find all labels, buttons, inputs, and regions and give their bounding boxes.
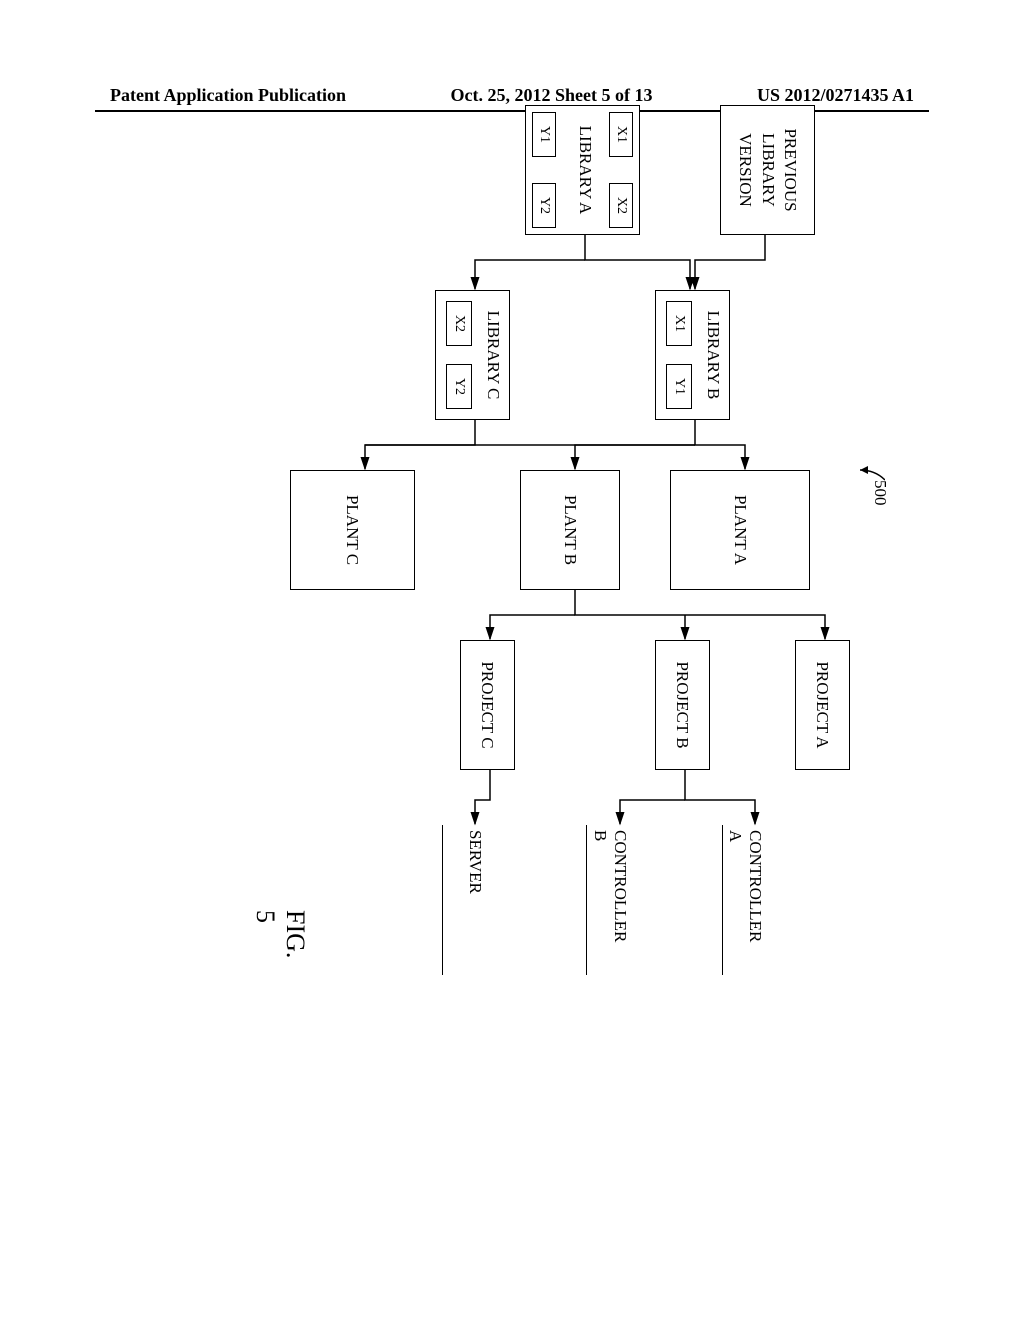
box-project-c: PROJECT C	[460, 640, 515, 770]
box-previous-library: PREVIOUS LIBRARY VERSION	[720, 105, 815, 235]
lib-a-x1: X1	[609, 112, 633, 157]
diagram: 500 PREVIOUS LIBRARY VERSION LIBRARY A X…	[65, 215, 865, 945]
lib-c-y2: Y2	[446, 364, 472, 409]
library-b-label: LIBRARY B	[703, 311, 723, 400]
connectors	[245, 215, 865, 1015]
box-plant-c: PLANT C	[290, 470, 415, 590]
server-label: SERVER	[465, 830, 485, 894]
box-plant-b: PLANT B	[520, 470, 620, 590]
box-library-b: LIBRARY B X1 Y1	[655, 290, 730, 420]
reference-arrow-icon	[855, 465, 885, 495]
server-rule	[442, 825, 443, 975]
lib-c-x2: X2	[446, 301, 472, 346]
lib-b-x1: X1	[666, 301, 692, 346]
box-project-a: PROJECT A	[795, 640, 850, 770]
lib-a-y1: Y1	[532, 112, 556, 157]
box-plant-a: PLANT A	[670, 470, 810, 590]
lib-a-x2: X2	[609, 183, 633, 228]
controller-b-rule	[586, 825, 587, 975]
library-c-label: LIBRARY C	[483, 311, 503, 400]
controller-a-label: CONTROLLER A	[725, 830, 765, 945]
lib-a-y2: Y2	[532, 183, 556, 228]
controller-a-rule	[722, 825, 723, 975]
box-library-a: LIBRARY A X1 X2 Y1 Y2	[525, 105, 640, 235]
box-library-c: LIBRARY C X2 Y2	[435, 290, 510, 420]
header-center: Oct. 25, 2012 Sheet 5 of 13	[451, 85, 653, 106]
controller-b-label: CONTROLLER B	[590, 830, 630, 945]
page-header: Patent Application Publication Oct. 25, …	[0, 85, 1024, 106]
header-left: Patent Application Publication	[110, 85, 346, 106]
box-project-b: PROJECT B	[655, 640, 710, 770]
header-right: US 2012/0271435 A1	[757, 85, 914, 106]
library-a-label: LIBRARY A	[575, 126, 595, 215]
figure-label: FIG. 5	[250, 910, 310, 958]
lib-b-y1: Y1	[666, 364, 692, 409]
